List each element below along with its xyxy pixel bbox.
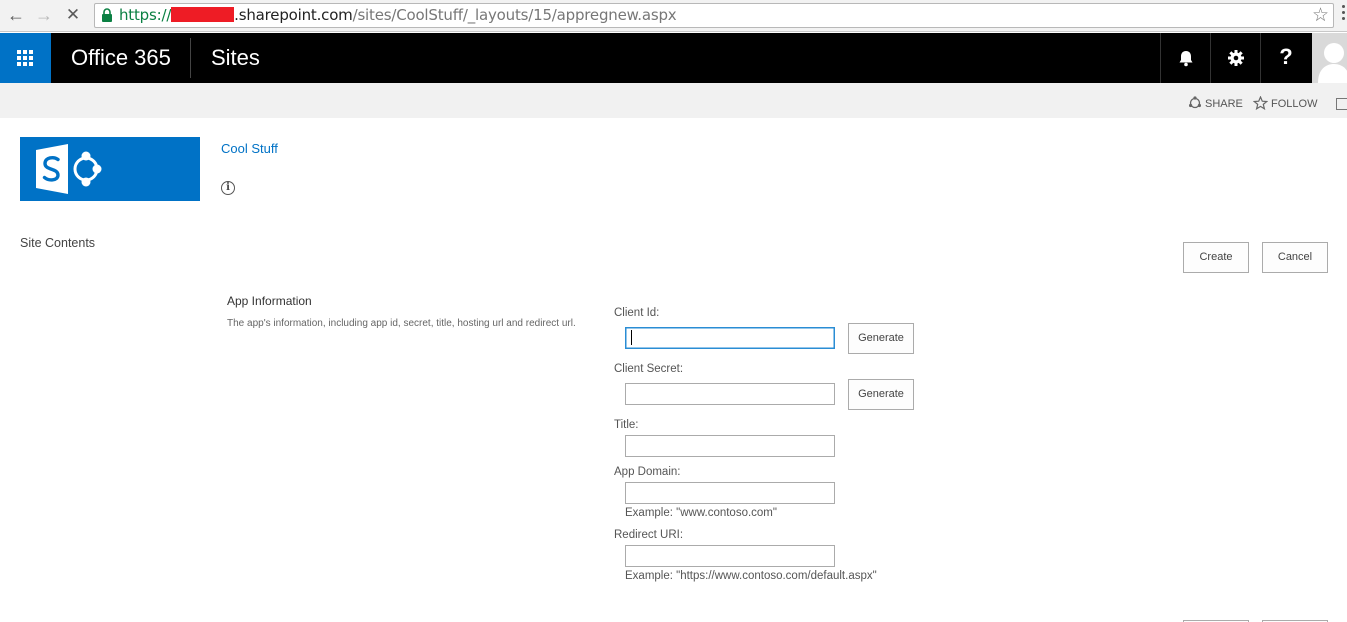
app-domain-label: App Domain: [614,466,681,478]
info-icon[interactable]: i [221,181,235,195]
avatar[interactable] [1312,33,1347,83]
url-host: .sharepoint.com [234,6,353,24]
browser-toolbar: ← → ✕ https:// .sharepoint.com/sites/Cool… [0,0,1347,32]
generate-client-secret-button[interactable]: Generate [848,379,914,410]
cancel-button[interactable]: Cancel [1262,242,1328,273]
back-arrow-icon[interactable]: ← [5,4,27,26]
ribbon-bar: SHARE FOLLOW [0,83,1347,118]
notifications-button[interactable] [1160,33,1210,83]
lock-icon [102,8,112,22]
share-button[interactable]: SHARE [1188,96,1243,111]
gear-icon [1228,50,1244,66]
avatar-icon [1318,43,1347,83]
follow-label: FOLLOW [1271,98,1318,110]
share-label: SHARE [1205,98,1243,110]
help-button[interactable]: ? [1260,33,1310,83]
star-outline-icon [1252,95,1269,111]
section-description: The app's information, including app id,… [227,318,576,329]
client-secret-input[interactable] [625,383,835,405]
app-launcher-icon [17,50,33,66]
url-text: https:// .sharepoint.com/sites/CoolStuff/… [119,6,677,25]
sharepoint-logo-icon [36,144,102,194]
text-caret [631,330,632,345]
url-scheme: https:// [119,6,172,24]
redirect-uri-example: Example: "https://www.contoso.com/defaul… [625,570,877,582]
suite-divider [190,38,191,78]
app-domain-example: Example: "www.contoso.com" [625,507,777,519]
client-id-label: Client Id: [614,307,660,319]
star-icon[interactable]: ☆ [1312,5,1329,26]
suite-app-name[interactable]: Sites [211,45,260,71]
share-icon [1189,96,1201,109]
focus-mode-icon[interactable] [1336,98,1347,110]
redacted-tenant [171,7,235,22]
section-title: App Information [227,294,312,308]
address-bar[interactable]: https:// .sharepoint.com/sites/CoolStuff/… [94,3,1334,28]
suite-bar: Office 365 Sites ? [0,33,1347,83]
redirect-uri-input[interactable] [625,545,835,567]
create-button[interactable]: Create [1183,242,1249,273]
title-input[interactable] [625,435,835,457]
bell-icon [1179,51,1193,67]
stop-icon[interactable]: ✕ [62,4,84,26]
redirect-uri-label: Redirect URI: [614,529,684,541]
app-domain-input[interactable] [625,482,835,504]
settings-button[interactable] [1210,33,1260,83]
suite-brand[interactable]: Office 365 [71,45,171,71]
help-icon: ? [1279,44,1293,69]
url-path: /sites/CoolStuff/_layouts/15/appregnew.a… [352,6,677,24]
nav-site-contents[interactable]: Site Contents [20,235,95,251]
client-id-input[interactable] [625,327,835,349]
site-title-link[interactable]: Cool Stuff [221,141,278,157]
follow-button[interactable]: FOLLOW [1252,95,1318,111]
site-logo[interactable] [20,137,200,201]
menu-icon[interactable] [1339,5,1347,25]
app-launcher-button[interactable] [0,33,51,83]
forward-arrow-icon[interactable]: → [33,4,55,26]
generate-client-id-button[interactable]: Generate [848,323,914,354]
title-label: Title: [614,419,639,431]
client-secret-label: Client Secret: [614,363,684,375]
